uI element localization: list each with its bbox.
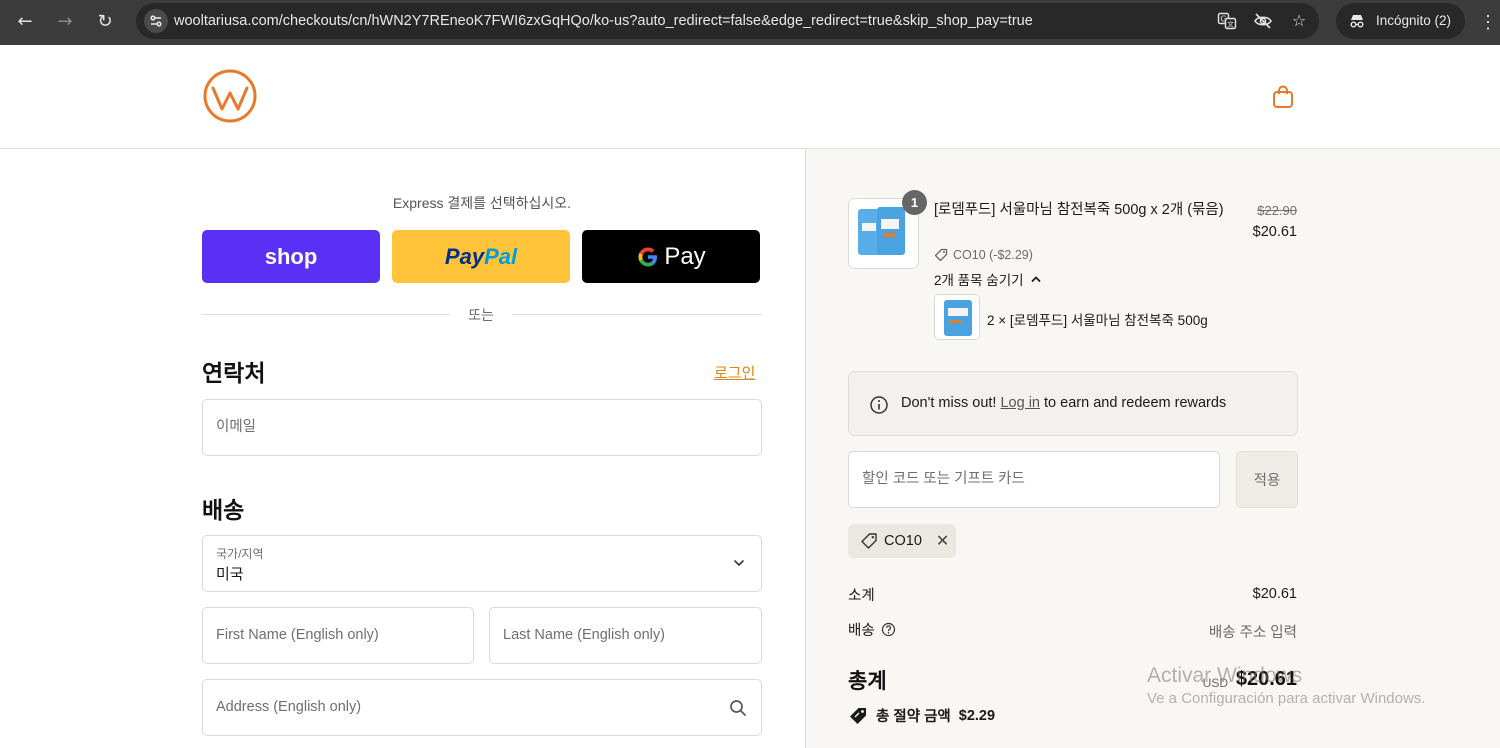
discount-code-input[interactable]: 할인 코드 또는 기프트 카드 [848,451,1220,508]
savings-tag-icon [850,707,866,724]
forward-icon[interactable]: → [49,6,81,38]
total-value: $20.61 [1235,668,1297,690]
total-currency: USD [1202,676,1228,690]
chevron-down-icon [734,560,744,567]
divider-right [512,314,762,315]
tag-icon [861,533,877,549]
shipping-cost-value: 배송 주소 입력 [1208,625,1297,641]
address-field[interactable]: Address (English only) [202,679,762,736]
applied-discount-chip: CO10 ✕ [848,524,956,558]
hide-items-toggle[interactable]: 2개 품목 숨기기 [934,269,1042,289]
first-name-field[interactable]: First Name (English only) [202,607,474,664]
savings-label: 총 절약 금액 [876,709,951,725]
paypal-button[interactable]: PayPal [392,230,570,283]
total-label: 총계 [848,670,887,693]
rewards-banner: Don't miss out! Log in to earn and redee… [848,371,1298,436]
paypal-label-part1: Pay [444,243,485,269]
shop-pay-button[interactable]: shop [202,230,380,283]
shipping-title: 배송 [202,497,245,523]
subtotal-value: $20.61 [1252,586,1297,602]
country-value: 미국 [216,566,244,583]
google-pay-button[interactable]: Pay [582,230,760,283]
incognito-profile-button[interactable]: Incógnito (2) [1336,3,1465,39]
google-pay-label: Pay [664,242,706,270]
eye-off-icon[interactable] [1253,11,1273,31]
apply-discount-button[interactable]: 적용 [1236,451,1298,508]
rewards-text-after: to earn and redeem rewards [1044,395,1227,411]
browser-toolbar: ← → ↻ wooltariusa.com/checkouts/cn/hWN2Y… [0,0,1500,45]
rewards-login-link[interactable]: Log in [1000,395,1040,411]
email-placeholder: 이메일 [216,419,257,435]
sub-item-image [935,295,979,339]
divider-left [202,314,450,315]
kebab-menu-icon[interactable]: ⋮ [1478,6,1498,38]
paypal-logo: PayPal [445,244,517,269]
total-savings: 총 절약 금액 $2.29 [848,705,995,726]
country-select[interactable]: 국가/지역 미국 [202,535,762,592]
address-bar[interactable]: wooltariusa.com/checkouts/cn/hWN2Y7REneo… [136,3,1319,39]
email-field[interactable]: 이메일 [202,399,762,456]
chevron-up-icon [1031,276,1040,282]
savings-value: $2.29 [958,707,996,724]
reload-icon[interactable]: ↻ [89,6,121,38]
quantity-badge: 1 [902,190,927,215]
incognito-icon [1350,15,1364,28]
last-name-field[interactable]: Last Name (English only) [489,607,762,664]
star-icon[interactable]: ☆ [1289,11,1309,31]
url-text[interactable]: wooltariusa.com/checkouts/cn/hWN2Y7REneo… [174,3,1033,39]
product-price: $20.61 [1252,224,1297,240]
sub-item-thumbnail [934,294,980,340]
tag-icon [934,248,948,262]
login-link[interactable]: 로그인 [714,362,755,383]
express-checkout-title: Express 결제를 선택하십시오. [392,195,572,211]
store-header [0,45,1500,149]
translate-icon[interactable]: G文 [1217,11,1237,31]
rewards-text: Don't miss out! Log in to earn and redee… [901,372,1226,435]
product-name: [로뎀푸드] 서울마님 참전복죽 500g x 2개 (묶음) [934,202,1224,218]
sub-item-name: 2 × [로뎀푸드] 서울마님 참전복죽 500g [987,313,1208,328]
google-g-icon [638,247,658,266]
applied-code: CO10 [884,533,922,549]
back-icon[interactable]: ← [9,6,41,38]
rewards-text-before: Don't miss out! [901,395,997,411]
incognito-label: Incógnito (2) [1376,13,1452,28]
original-price: $22.90 [1257,203,1297,218]
checkout-form: Express 결제를 선택하십시오. shop PayPal Pay 또는 연… [0,149,805,748]
help-icon[interactable] [881,622,896,637]
contact-title: 연락처 [202,360,266,386]
shopping-bag-icon[interactable] [1270,84,1296,110]
last-name-placeholder: Last Name (English only) [503,627,665,643]
hide-items-label: 2개 품목 숨기기 [934,273,1024,288]
divider-or: 또는 [468,307,494,323]
order-summary: 1 [로뎀푸드] 서울마님 참전복죽 500g x 2개 (묶음) $22.90… [805,149,1500,748]
search-icon[interactable] [728,698,748,718]
discount-code-placeholder: 할인 코드 또는 기프트 카드 [862,471,1025,487]
svg-text:文: 文 [1227,20,1234,29]
discount-line-text: CO10 (-$2.29) [953,248,1033,262]
remove-discount-icon[interactable]: ✕ [936,531,949,551]
paypal-label-part2: Pal [484,243,518,269]
address-placeholder: Address (English only) [216,699,362,715]
country-label: 국가/지역 [216,547,264,561]
first-name-placeholder: First Name (English only) [216,627,379,643]
shipping-cost-label: 배송 [848,619,896,640]
discount-line: CO10 (-$2.29) [934,248,1033,262]
subtotal-label-text: 소계 [848,588,875,604]
subtotal-label: 소계 [848,584,875,605]
shipping-cost-label-text: 배송 [848,623,875,639]
site-info-icon[interactable] [144,9,168,33]
info-icon [870,396,888,414]
shop-pay-label: shop [264,243,318,269]
wooltari-logo[interactable] [201,67,259,125]
